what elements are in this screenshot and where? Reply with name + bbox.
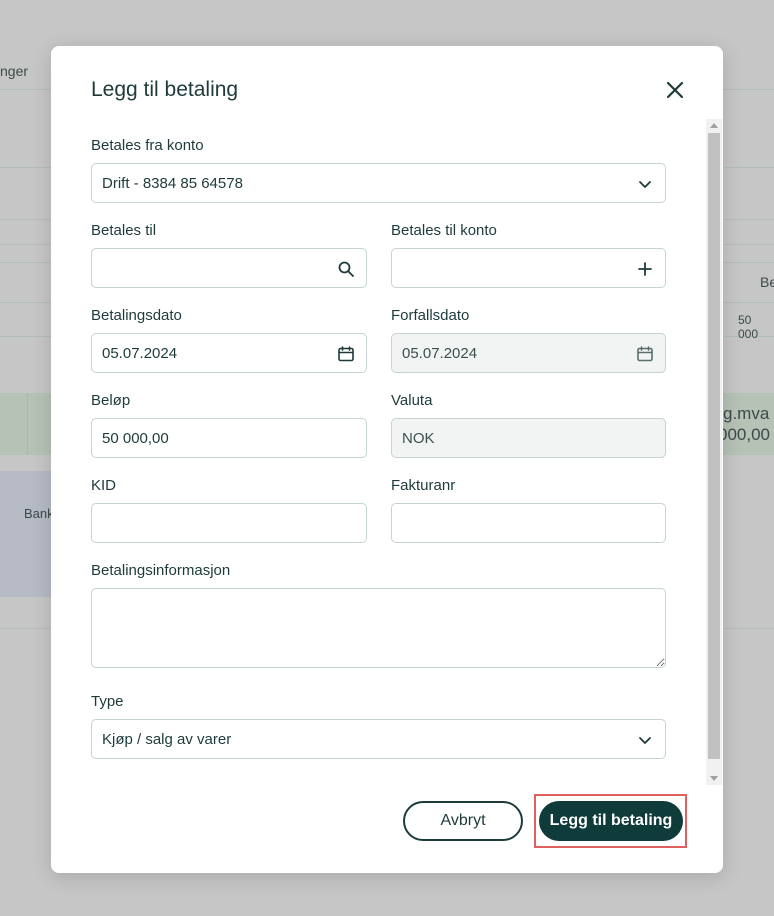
from-account-select[interactable]: Drift - 8384 85 64578 [91, 163, 666, 203]
search-icon[interactable] [337, 260, 355, 278]
add-payment-dialog: Legg til betaling Betales fra konto Drif… [51, 46, 723, 873]
pay-to-input[interactable] [91, 248, 367, 288]
pay-to-account-label: Betales til konto [391, 222, 497, 239]
divider [27, 393, 28, 455]
chevron-down-icon [639, 737, 651, 744]
currency-label: Valuta [391, 392, 433, 409]
add-payment-button[interactable]: Legg til betaling [539, 801, 683, 841]
mva-amount: 000,00 [718, 425, 770, 444]
type-value: Kjøp / salg av varer [102, 730, 232, 748]
close-icon[interactable] [663, 78, 687, 102]
type-label: Type [91, 693, 124, 710]
pay-to-label: Betales til [91, 222, 157, 239]
header-fragment: nger [0, 63, 29, 79]
due-date-input: 05.07.2024 [391, 333, 666, 373]
payment-info-textarea[interactable] [91, 588, 666, 668]
payment-date-label: Betalingsdato [91, 307, 182, 324]
plus-icon[interactable] [636, 260, 654, 278]
scrollbar[interactable] [706, 119, 722, 785]
currency-input: NOK [391, 418, 666, 458]
due-date-value: 05.07.2024 [402, 344, 478, 362]
dialog-title: Legg til betaling [91, 78, 239, 101]
invoice-number-input[interactable] [391, 503, 666, 543]
kid-label: KID [91, 477, 117, 494]
kid-input[interactable] [91, 503, 367, 543]
amount-fragment: 50 000 [738, 313, 759, 341]
from-account-label: Betales fra konto [91, 137, 204, 154]
type-select[interactable]: Kjøp / salg av varer [91, 719, 666, 759]
chevron-down-icon [639, 181, 651, 188]
mva-label: g.mva [723, 404, 770, 423]
from-account-value: Drift - 8384 85 64578 [102, 174, 243, 192]
scroll-thumb[interactable] [708, 133, 720, 759]
pay-to-account-input[interactable] [391, 248, 666, 288]
amount-label: Beløp [91, 392, 131, 409]
calendar-icon [637, 346, 653, 362]
currency-value: NOK [402, 429, 435, 447]
amount-value: 50 000,00 [102, 429, 169, 447]
payment-date-value: 05.07.2024 [102, 344, 178, 362]
column-fragment: Be [760, 274, 774, 290]
scroll-down-icon[interactable] [710, 776, 718, 781]
bank-fragment: Bank [24, 506, 54, 521]
payment-date-input[interactable]: 05.07.2024 [91, 333, 367, 373]
invoice-number-label: Fakturanr [391, 477, 456, 494]
calendar-icon[interactable] [337, 345, 355, 363]
amount-input[interactable]: 50 000,00 [91, 418, 367, 458]
scroll-up-icon[interactable] [710, 123, 718, 128]
due-date-label: Forfallsdato [391, 307, 470, 324]
payment-info-label: Betalingsinformasjon [91, 562, 231, 579]
cancel-button[interactable]: Avbryt [403, 801, 523, 841]
